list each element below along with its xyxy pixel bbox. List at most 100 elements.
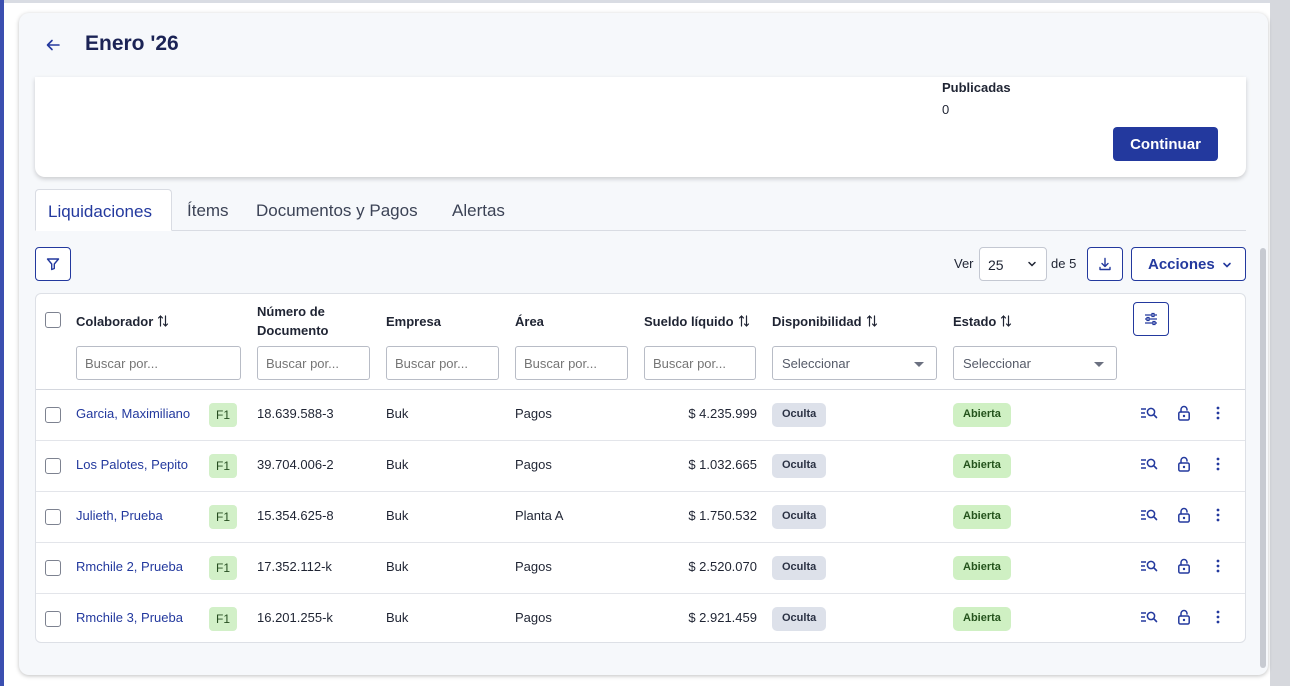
zoom-list-icon <box>1140 610 1158 629</box>
lock-button[interactable] <box>1173 506 1195 528</box>
empresa-cell: Buk <box>386 457 409 472</box>
tab-items[interactable]: Ítems <box>175 189 241 231</box>
disponibilidad-badge: Oculta <box>772 505 827 529</box>
estado-select[interactable]: Seleccionar <box>953 346 1117 380</box>
col-disponibilidad[interactable]: Disponibilidad <box>772 312 878 331</box>
sueldo-cell: $ 1.750.532 <box>688 508 757 523</box>
col-empresa: Empresa <box>386 314 441 329</box>
actions-label: Acciones <box>1148 256 1215 273</box>
f1-tag: F1 <box>209 403 238 427</box>
more-options-button[interactable] <box>1207 506 1229 528</box>
table-row: Garcia, Maximiliano F1 18.639.588-3 Buk Pago… <box>36 390 1245 441</box>
per-page-label: Ver <box>954 256 974 271</box>
document-number: 17.352.112-k <box>257 559 332 574</box>
colaborador-link[interactable]: Garcia, Maximiliano <box>76 406 190 421</box>
search-empresa-input[interactable] <box>386 346 499 380</box>
select-all-checkbox[interactable] <box>45 312 61 328</box>
col-sueldo-label: Sueldo líquido <box>644 314 734 329</box>
sort-icon[interactable] <box>866 314 878 328</box>
row-checkbox[interactable] <box>45 611 61 627</box>
row-checkbox[interactable] <box>45 560 61 576</box>
disponibilidad-badge: Oculta <box>772 403 827 427</box>
col-colaborador[interactable]: Colaborador <box>76 312 169 331</box>
document-number: 15.354.625-8 <box>257 508 334 523</box>
more-vertical-icon <box>1216 406 1220 425</box>
more-options-button[interactable] <box>1207 557 1229 579</box>
estado-badge: Abierta <box>953 607 1011 631</box>
row-checkbox[interactable] <box>45 458 61 474</box>
lock-icon <box>1177 456 1191 477</box>
sort-icon[interactable] <box>157 314 169 328</box>
scrollbar[interactable] <box>1260 248 1266 668</box>
estado-badge: Abierta <box>953 454 1011 478</box>
col-sueldo-liquido[interactable]: Sueldo líquido <box>644 312 750 331</box>
actions-dropdown-button[interactable]: Acciones <box>1131 247 1246 281</box>
preview-button[interactable] <box>1138 404 1160 426</box>
lock-button[interactable] <box>1173 404 1195 426</box>
lock-icon <box>1177 558 1191 579</box>
colaborador-link[interactable]: Rmchile 3, Prueba <box>76 610 183 625</box>
preview-button[interactable] <box>1138 557 1160 579</box>
area-cell: Pagos <box>515 559 552 574</box>
tab-alertas[interactable]: Alertas <box>440 189 517 231</box>
lock-button[interactable] <box>1173 608 1195 630</box>
col-estado[interactable]: Estado <box>953 312 1012 331</box>
sort-icon[interactable] <box>738 314 750 328</box>
lock-icon <box>1177 405 1191 426</box>
lock-icon <box>1177 609 1191 630</box>
col-numero-documento: Número de Documento <box>257 304 329 338</box>
preview-button[interactable] <box>1138 506 1160 528</box>
more-vertical-icon <box>1216 610 1220 629</box>
empresa-cell: Buk <box>386 610 409 625</box>
table-row: Rmchile 2, Prueba F1 17.352.112-k Buk Pagos $… <box>36 543 1245 594</box>
search-colaborador-input[interactable] <box>76 346 241 380</box>
published-value: 0 <box>942 102 950 117</box>
disponibilidad-badge: Oculta <box>772 454 827 478</box>
row-checkbox[interactable] <box>45 509 61 525</box>
column-settings-button[interactable] <box>1133 302 1169 336</box>
caret-down-icon <box>1094 362 1104 367</box>
page-count-label: de 5 <box>1051 256 1077 271</box>
colaborador-link[interactable]: Rmchile 2, Prueba <box>76 559 183 574</box>
empresa-cell: Buk <box>386 508 409 523</box>
empresa-cell: Buk <box>386 559 409 574</box>
more-vertical-icon <box>1216 559 1220 578</box>
download-button[interactable] <box>1087 247 1123 281</box>
colaborador-link[interactable]: Julieth, Prueba <box>76 508 163 523</box>
zoom-list-icon <box>1140 457 1158 476</box>
more-options-button[interactable] <box>1207 404 1229 426</box>
colaborador-link[interactable]: Los Palotes, Pepito <box>76 457 188 472</box>
payroll-table: Colaborador Número de Documento Empresa … <box>35 293 1246 643</box>
f1-tag: F1 <box>209 505 238 529</box>
search-area-input[interactable] <box>515 346 628 380</box>
published-label: Publicadas <box>942 80 1011 95</box>
document-number: 39.704.006-2 <box>257 457 334 472</box>
caret-down-icon <box>914 362 924 367</box>
filter-button[interactable] <box>35 247 71 281</box>
continue-button[interactable]: Continuar <box>1113 127 1218 161</box>
lock-button[interactable] <box>1173 557 1195 579</box>
search-sueldo-input[interactable] <box>644 346 756 380</box>
f1-tag: F1 <box>209 454 238 478</box>
sueldo-cell: $ 2.921.459 <box>688 610 757 625</box>
chevron-down-icon <box>1223 262 1231 268</box>
back-button[interactable] <box>41 33 65 57</box>
table-row: Los Palotes, Pepito F1 39.704.006-2 Buk Pago… <box>36 441 1245 492</box>
per-page-select[interactable]: 25 <box>979 247 1047 281</box>
document-number: 16.201.255-k <box>257 610 333 625</box>
preview-button[interactable] <box>1138 455 1160 477</box>
lock-button[interactable] <box>1173 455 1195 477</box>
disponibilidad-select[interactable]: Seleccionar <box>772 346 937 380</box>
row-checkbox[interactable] <box>45 407 61 423</box>
more-vertical-icon <box>1216 457 1220 476</box>
more-options-button[interactable] <box>1207 455 1229 477</box>
sort-icon[interactable] <box>1000 314 1012 328</box>
area-cell: Planta A <box>515 508 564 523</box>
tab-documentos-pagos[interactable]: Documentos y Pagos <box>244 189 430 231</box>
search-documento-input[interactable] <box>257 346 370 380</box>
more-options-button[interactable] <box>1207 608 1229 630</box>
sueldo-cell: $ 1.032.665 <box>688 457 757 472</box>
tab-liquidaciones[interactable]: Liquidaciones <box>35 189 172 231</box>
preview-button[interactable] <box>1138 608 1160 630</box>
zoom-list-icon <box>1140 406 1158 425</box>
